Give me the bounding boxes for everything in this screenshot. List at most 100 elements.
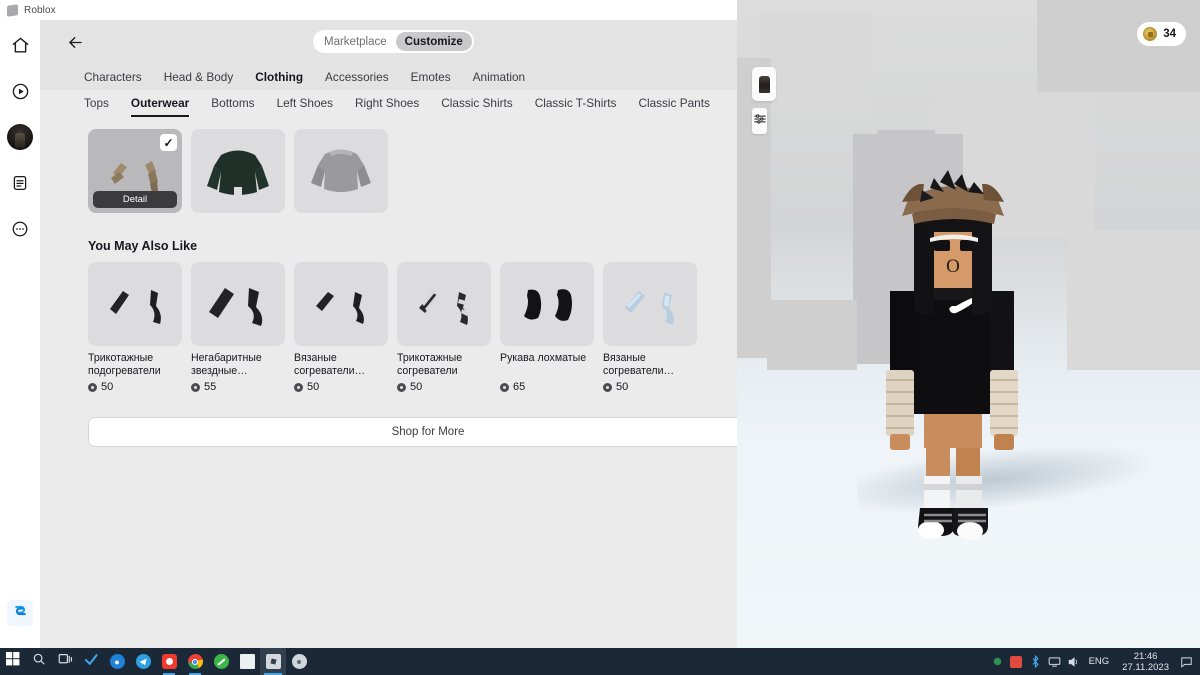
recommended-name: Рукава лохматые xyxy=(500,352,587,364)
robux-price-icon xyxy=(191,382,200,392)
window-title: Roblox xyxy=(24,4,56,16)
sidebar-item-inventory[interactable] xyxy=(7,170,33,196)
roblox-logo-icon xyxy=(7,3,18,17)
green-globe-icon xyxy=(213,654,229,669)
capture-icon xyxy=(12,602,29,624)
telegram-icon xyxy=(135,654,151,669)
recommended-price: 50 xyxy=(397,381,491,393)
subtab-classic-tshirts[interactable]: Classic T-Shirts xyxy=(535,96,617,117)
recommended-card[interactable]: Трикотажные подогреватели 50 xyxy=(88,262,182,393)
sliders-icon xyxy=(753,112,767,131)
sidebar-item-home[interactable] xyxy=(7,32,33,58)
robux-amount: 34 xyxy=(1163,28,1176,40)
bluetooth-icon[interactable] xyxy=(1026,648,1045,675)
onedrive-icon[interactable] xyxy=(988,648,1007,675)
tab-head-body[interactable]: Head & Body xyxy=(164,70,234,84)
taskbar-task-view-button[interactable] xyxy=(52,648,78,675)
start-button[interactable] xyxy=(0,648,26,675)
tab-characters[interactable]: Characters xyxy=(84,70,142,84)
price-value: 50 xyxy=(307,381,320,393)
system-tray: ENG 21:46 27.11.2023 xyxy=(988,648,1200,675)
taskbar-search-button[interactable] xyxy=(26,648,52,675)
taskbar-app-chrome[interactable] xyxy=(182,648,208,675)
recommended-card[interactable]: Вязаные согреватели… 50 xyxy=(294,262,388,393)
tab-clothing[interactable]: Clothing xyxy=(255,70,303,84)
recommended-thumbnail[interactable] xyxy=(294,262,388,346)
notifications-button[interactable] xyxy=(1176,648,1196,675)
black-warmers-c-art xyxy=(316,292,364,324)
recommended-name: Трикотажные согреватели xyxy=(397,352,463,377)
taskbar-app-telegram[interactable] xyxy=(130,648,156,675)
subcategory-tabs: Tops Outerwear Bottoms Left Shoes Right … xyxy=(40,90,737,117)
check-icon xyxy=(83,652,99,672)
customize-panel: Marketplace Customize Characters Head & … xyxy=(40,20,737,648)
character-preview-button[interactable] xyxy=(752,67,776,101)
sidebar-item-more[interactable] xyxy=(7,216,33,242)
owned-item-card[interactable] xyxy=(191,129,285,213)
panel-content: ✓ Detail You May Also Like Трикотажные п… xyxy=(40,117,737,648)
red-app-icon[interactable] xyxy=(1007,648,1026,675)
owned-item-card[interactable] xyxy=(294,129,388,213)
subtab-bottoms[interactable]: Bottoms xyxy=(211,96,254,117)
clock[interactable]: 21:46 27.11.2023 xyxy=(1115,651,1176,673)
striped-warmers-art xyxy=(419,289,468,325)
tab-emotes[interactable]: Emotes xyxy=(411,70,451,84)
subtab-tops[interactable]: Tops xyxy=(84,96,109,117)
tab-animation[interactable]: Animation xyxy=(473,70,525,84)
owned-items-strip: ✓ Detail xyxy=(40,117,737,213)
taskbar-app-paint[interactable] xyxy=(286,648,312,675)
avatar-thumb-icon xyxy=(758,75,770,93)
black-warmers-a-art xyxy=(110,290,161,324)
taskbar-app-notepad[interactable] xyxy=(234,648,260,675)
detail-badge[interactable]: Detail xyxy=(93,191,177,208)
robux-balance[interactable]: 34 xyxy=(1137,22,1186,46)
avatar-icon xyxy=(7,124,33,150)
recommended-thumbnail[interactable] xyxy=(603,262,697,346)
recommended-card[interactable]: Трикотажные согреватели 50 xyxy=(397,262,491,393)
subtab-classic-pants[interactable]: Classic Pants xyxy=(638,96,709,117)
shop-for-more-button[interactable]: Shop for More xyxy=(88,417,737,447)
robux-coin-icon xyxy=(1143,27,1158,41)
avatar-3d-viewport[interactable]: O xyxy=(737,0,1200,648)
subtab-right-shoes[interactable]: Right Shoes xyxy=(355,96,419,117)
segment-customize[interactable]: Customize xyxy=(395,32,472,51)
viewport-controls xyxy=(752,67,776,141)
recommended-name: Трикотажные подогреватели xyxy=(88,352,161,377)
more-dots-icon xyxy=(11,220,29,238)
section-title-recommended: You May Also Like xyxy=(88,239,198,253)
taskbar-app-yandex[interactable] xyxy=(156,648,182,675)
recommended-card[interactable]: Рукава лохматые 65 xyxy=(500,262,594,393)
taskbar-app-green[interactable] xyxy=(208,648,234,675)
volume-icon[interactable] xyxy=(1064,648,1083,675)
view-settings-button[interactable] xyxy=(752,108,767,134)
sidebar-item-capture[interactable] xyxy=(7,600,33,626)
selected-check-icon: ✓ xyxy=(160,134,177,151)
back-button[interactable] xyxy=(63,31,87,53)
network-icon[interactable] xyxy=(1045,648,1064,675)
recommended-thumbnail[interactable] xyxy=(88,262,182,346)
taskbar-app-roblox[interactable] xyxy=(260,648,286,675)
avatar-character[interactable]: O xyxy=(852,158,1052,578)
recommended-thumbnail[interactable] xyxy=(191,262,285,346)
tab-accessories[interactable]: Accessories xyxy=(325,70,389,84)
recommended-thumbnail[interactable] xyxy=(500,262,594,346)
recommended-price: 50 xyxy=(88,381,182,393)
sidebar-item-avatar[interactable] xyxy=(7,124,33,150)
empty-content-area xyxy=(40,573,737,648)
recommended-grid: Трикотажные подогреватели 50 Негабаритны… xyxy=(40,262,737,393)
subtab-outerwear[interactable]: Outerwear xyxy=(130,96,190,117)
owned-item-card[interactable]: ✓ Detail xyxy=(88,129,182,213)
mode-segmented-control[interactable]: Marketplace Customize xyxy=(313,30,474,53)
home-icon xyxy=(11,36,30,55)
recommended-thumbnail[interactable] xyxy=(397,262,491,346)
recommended-card[interactable]: Вязаные согреватели… 50 xyxy=(603,262,697,393)
language-indicator[interactable]: ENG xyxy=(1083,656,1116,667)
subtab-left-shoes[interactable]: Left Shoes xyxy=(277,96,333,117)
taskbar-app-check[interactable] xyxy=(78,648,104,675)
taskbar-app-steam[interactable]: ● xyxy=(104,648,130,675)
segment-marketplace[interactable]: Marketplace xyxy=(315,32,396,51)
subtab-classic-shirts[interactable]: Classic Shirts xyxy=(441,96,512,117)
fuzzy-sleeves-art xyxy=(524,289,572,321)
sidebar-item-discover[interactable] xyxy=(7,78,33,104)
recommended-card[interactable]: Негабаритные звездные… 55 xyxy=(191,262,285,393)
